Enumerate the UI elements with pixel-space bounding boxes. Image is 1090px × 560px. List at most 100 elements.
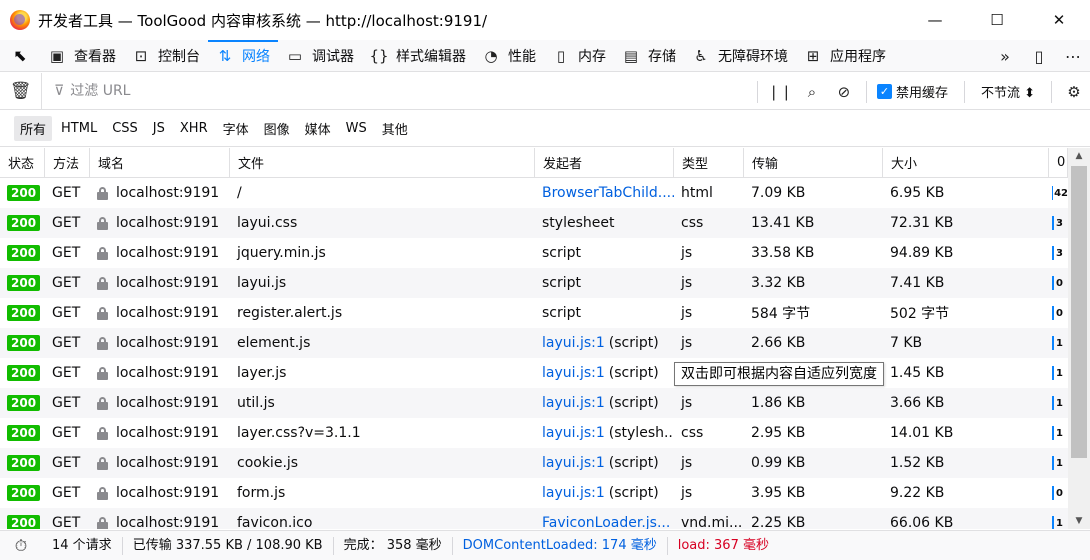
tab-storage[interactable]: ▤ 存储 bbox=[614, 40, 684, 71]
column-resize-tooltip: 双击即可根据内容自适应列宽度 bbox=[674, 362, 884, 386]
waterfall-cell: 0 bbox=[1049, 268, 1068, 298]
element-picker-icon[interactable]: ⬉ bbox=[0, 40, 40, 71]
minimize-button[interactable]: — bbox=[904, 0, 966, 40]
column-waterfall[interactable]: 0 bbox=[1049, 148, 1068, 177]
lock-icon bbox=[97, 456, 108, 470]
table-row[interactable]: 200 GET localhost:9191 layer.js layui.js:1 (s… bbox=[0, 358, 1068, 388]
transferred-cell: 33.58 KB bbox=[751, 245, 815, 261]
settings-gear-icon[interactable]: ⚙ bbox=[1058, 83, 1090, 101]
table-row[interactable]: 200 GET localhost:9191 element.js layui.js:1… bbox=[0, 328, 1068, 358]
table-row[interactable]: 200 GET localhost:9191 cookie.js layui.js:1(… bbox=[0, 448, 1068, 478]
disable-cache-checkbox[interactable]: ✓ 禁用缓存 bbox=[876, 82, 948, 101]
initiator-link[interactable]: BrowserTabChild.... bbox=[542, 185, 674, 201]
scroll-up-arrow-icon[interactable]: ▲ bbox=[1068, 148, 1090, 164]
domain-cell: localhost:9191 bbox=[90, 358, 230, 388]
filter-xhr[interactable]: XHR bbox=[174, 118, 214, 139]
request-type-filters: 所有 HTML CSS JS XHR 字体 图像 媒体 WS 其他 bbox=[0, 111, 1090, 147]
filter-other[interactable]: 其他 bbox=[376, 116, 414, 141]
type-cell: js bbox=[681, 455, 693, 471]
waterfall-cell: 3 bbox=[1049, 208, 1068, 238]
waterfall-timing: 1 bbox=[1056, 367, 1063, 379]
type-cell: js bbox=[681, 395, 693, 411]
size-cell: 9.22 KB bbox=[890, 485, 945, 501]
initiator-cell: layui.js:1 (script) bbox=[535, 358, 674, 388]
column-file[interactable]: 文件 bbox=[230, 148, 535, 177]
table-row[interactable]: 200 GET localhost:9191 util.js layui.js:1 (sc… bbox=[0, 388, 1068, 418]
column-domain[interactable]: 域名 bbox=[90, 148, 230, 177]
column-size[interactable]: 大小 bbox=[883, 148, 1049, 177]
size-cell: 3.66 KB bbox=[890, 395, 945, 411]
initiator-link[interactable]: layui.js:1 bbox=[542, 365, 605, 381]
initiator-link[interactable]: FaviconLoader.js... bbox=[542, 515, 670, 529]
status-badge: 200 bbox=[7, 515, 41, 529]
column-status[interactable]: 状态 bbox=[0, 148, 45, 177]
table-row[interactable]: 200 GET localhost:9191 favicon.ico FaviconLo… bbox=[0, 508, 1068, 529]
table-row[interactable]: 200 GET localhost:9191 jquery.min.js script j… bbox=[0, 238, 1068, 268]
title-bar: 开发者工具 — ToolGood 内容审核系统 — http://localho… bbox=[0, 0, 1090, 40]
column-method[interactable]: 方法 bbox=[45, 148, 90, 177]
size-cell: 1.45 KB bbox=[890, 365, 945, 381]
filter-images[interactable]: 图像 bbox=[258, 116, 296, 141]
maximize-button[interactable]: ☐ bbox=[966, 0, 1028, 40]
clear-requests-icon[interactable]: 🗑 bbox=[0, 72, 42, 110]
dock-icon[interactable]: ▯ bbox=[1022, 47, 1056, 66]
waterfall-timing: 0 bbox=[1056, 277, 1063, 289]
tab-application[interactable]: ⊞ 应用程序 bbox=[796, 40, 894, 71]
application-icon: ⊞ bbox=[806, 46, 820, 65]
debugger-icon: ▭ bbox=[287, 46, 303, 65]
scroll-down-arrow-icon[interactable]: ▼ bbox=[1068, 513, 1090, 529]
method-cell: GET bbox=[52, 215, 81, 231]
table-row[interactable]: 200 GET localhost:9191 layui.js script js 3.32… bbox=[0, 268, 1068, 298]
search-icon[interactable]: ⌕ bbox=[796, 83, 828, 101]
column-transferred[interactable]: 传输 bbox=[744, 148, 883, 177]
initiator-link[interactable]: layui.js:1 bbox=[542, 455, 605, 471]
throttle-select[interactable]: 不节流 ⬍ bbox=[981, 82, 1035, 101]
tab-memory[interactable]: ▯ 内存 bbox=[544, 40, 614, 71]
table-row[interactable]: 200 GET localhost:9191 form.js layui.js:1 (sc… bbox=[0, 478, 1068, 508]
stopwatch-icon[interactable]: ⏱ bbox=[0, 536, 42, 556]
size-cell: 7.41 KB bbox=[890, 275, 945, 291]
filter-all[interactable]: 所有 bbox=[14, 116, 53, 141]
table-row[interactable]: 200 GET localhost:9191 / BrowserTabChild....… bbox=[0, 178, 1068, 208]
table-row[interactable]: 200 GET localhost:9191 layer.css?v=3.1.1 lay… bbox=[0, 418, 1068, 448]
vertical-scrollbar[interactable]: ▲ ▼ bbox=[1068, 148, 1090, 529]
size-cell: 66.06 KB bbox=[890, 515, 954, 529]
domain-cell: localhost:9191 bbox=[90, 268, 230, 298]
tab-performance[interactable]: ◔ 性能 bbox=[474, 40, 544, 71]
table-row[interactable]: 200 GET localhost:9191 layui.css stylesheet c… bbox=[0, 208, 1068, 238]
status-cell: 200 bbox=[0, 268, 45, 298]
transferred-cell: 3.95 KB bbox=[751, 485, 806, 501]
more-options-icon[interactable]: ⋯ bbox=[1056, 47, 1090, 66]
status-cell: 200 bbox=[0, 388, 45, 418]
block-icon[interactable]: ⊘ bbox=[828, 83, 860, 101]
filter-js[interactable]: JS bbox=[147, 118, 171, 139]
waterfall-cell: 0 bbox=[1049, 478, 1068, 508]
filter-ws[interactable]: WS bbox=[340, 118, 373, 139]
column-initiator[interactable]: 发起者 bbox=[535, 148, 674, 177]
filter-html[interactable]: HTML bbox=[55, 118, 103, 139]
filter-fonts[interactable]: 字体 bbox=[217, 116, 255, 141]
initiator-link[interactable]: layui.js:1 bbox=[542, 425, 605, 441]
size-cell: 72.31 KB bbox=[890, 215, 954, 231]
tab-accessibility[interactable]: ♿ 无障碍环境 bbox=[684, 40, 796, 71]
status-badge: 200 bbox=[7, 185, 41, 201]
initiator-link[interactable]: layui.js:1 bbox=[542, 335, 605, 351]
tab-debugger[interactable]: ▭ 调试器 bbox=[278, 40, 362, 71]
tab-inspector[interactable]: ▣ 查看器 bbox=[40, 40, 124, 71]
more-tabs-icon[interactable]: » bbox=[988, 47, 1022, 66]
pause-icon[interactable]: ❘❘ bbox=[764, 83, 796, 101]
initiator-link[interactable]: layui.js:1 bbox=[542, 395, 605, 411]
filter-media[interactable]: 媒体 bbox=[299, 116, 337, 141]
tab-style-editor[interactable]: {} 样式编辑器 bbox=[362, 40, 474, 71]
filter-url-input[interactable] bbox=[70, 83, 711, 99]
tab-console[interactable]: ⊡ 控制台 bbox=[124, 40, 208, 71]
column-type[interactable]: 类型 bbox=[674, 148, 744, 177]
tab-network[interactable]: ⇅ 网络 bbox=[208, 40, 278, 71]
scrollbar-thumb[interactable] bbox=[1071, 166, 1087, 458]
filter-css[interactable]: CSS bbox=[106, 118, 144, 139]
waterfall-timing: 1 bbox=[1056, 457, 1063, 469]
close-button[interactable]: ✕ bbox=[1028, 0, 1090, 40]
initiator-link[interactable]: layui.js:1 bbox=[542, 485, 605, 501]
initiator-cause: (script) bbox=[608, 455, 659, 471]
table-row[interactable]: 200 GET localhost:9191 register.alert.js scr… bbox=[0, 298, 1068, 328]
